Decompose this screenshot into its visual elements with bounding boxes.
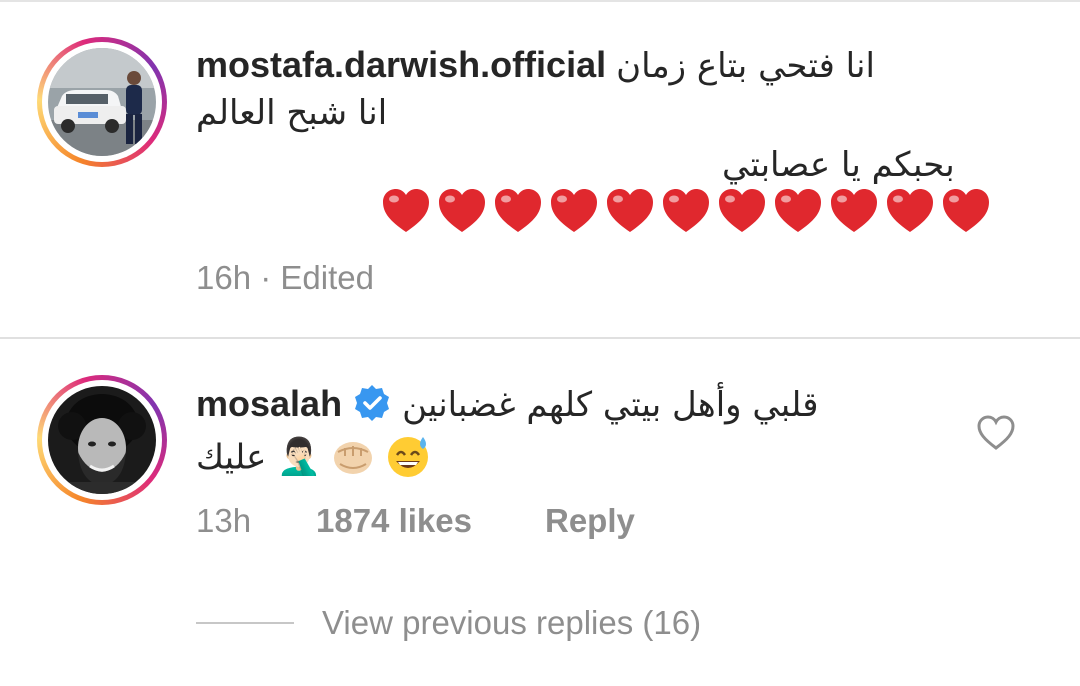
comment-item: mostafa.darwish.official انا فتحي بتاع ز…	[0, 0, 1080, 337]
view-previous-replies-button[interactable]: View previous replies (16)	[196, 603, 701, 643]
sweat-smile-emoji-icon	[388, 437, 429, 477]
red-heart-emoji-icon	[383, 189, 429, 232]
red-heart-emoji-icon	[439, 189, 485, 232]
comment-text-line-1: mosalah قلبي وأهل بيتي كلهم غضبانين	[196, 381, 819, 429]
profile-photo-face-icon	[48, 386, 156, 494]
comment-text-arabic: عليك	[196, 437, 267, 478]
view-previous-replies-label: View previous replies (16)	[322, 604, 702, 641]
avatar[interactable]	[37, 375, 167, 505]
edited-label: Edited	[280, 259, 374, 296]
avatar-ring-gap	[42, 380, 162, 500]
meta-separator: ·	[260, 259, 272, 296]
comment-item: mosalah قلبي وأهل بيتي كلهم غضبانين عليك…	[0, 339, 1080, 686]
red-heart-emoji-icon	[607, 189, 653, 232]
comment-text-line-1: mostafa.darwish.official انا فتحي بتاع ز…	[196, 42, 875, 89]
emoji-fallback-symbols: 🤦🏻‍♂	[276, 435, 322, 477]
hearts-emoji-row	[380, 186, 992, 240]
red-heart-emoji-icon	[663, 189, 709, 232]
profile-photo-car-icon	[48, 48, 156, 156]
red-heart-emoji-icon	[551, 189, 597, 232]
red-heart-emoji-icon	[775, 189, 821, 232]
comment-text-line-2: عليك 🤦🏻‍♂	[196, 433, 431, 485]
comment-timestamp: 16h	[196, 259, 252, 296]
avatar[interactable]	[37, 37, 167, 167]
red-heart-emoji-icon	[887, 189, 933, 232]
profile-photo	[48, 48, 156, 156]
comment-text: قلبي وأهل بيتي كلهم غضبانين	[402, 385, 819, 425]
verified-badge-icon	[355, 385, 390, 422]
comment-text-line-3: بحبكم يا عصابتي	[722, 145, 955, 185]
avatar-ring-gap	[42, 42, 162, 162]
red-heart-emoji-icon	[831, 189, 877, 232]
comment-username[interactable]: mosalah	[196, 383, 342, 424]
comment-text-line-2: انا شبح العالم	[196, 93, 388, 133]
fist-emoji-icon	[334, 442, 373, 474]
comment-username[interactable]: mostafa.darwish.official	[196, 44, 606, 85]
comment-text: انا فتحي بتاع زمان	[616, 46, 875, 86]
likes-count[interactable]: 1874 likes	[316, 501, 472, 541]
red-heart-emoji-icon	[943, 189, 989, 232]
comment-timestamp: 13h	[196, 502, 252, 539]
profile-photo	[48, 386, 156, 494]
red-heart-emoji-icon	[719, 189, 765, 232]
reply-button[interactable]: Reply	[545, 501, 635, 541]
comment-meta: 16h · Edited	[196, 258, 374, 298]
red-heart-emoji-icon	[495, 189, 541, 232]
like-heart-icon[interactable]	[976, 414, 1016, 452]
replies-dash	[196, 622, 294, 624]
